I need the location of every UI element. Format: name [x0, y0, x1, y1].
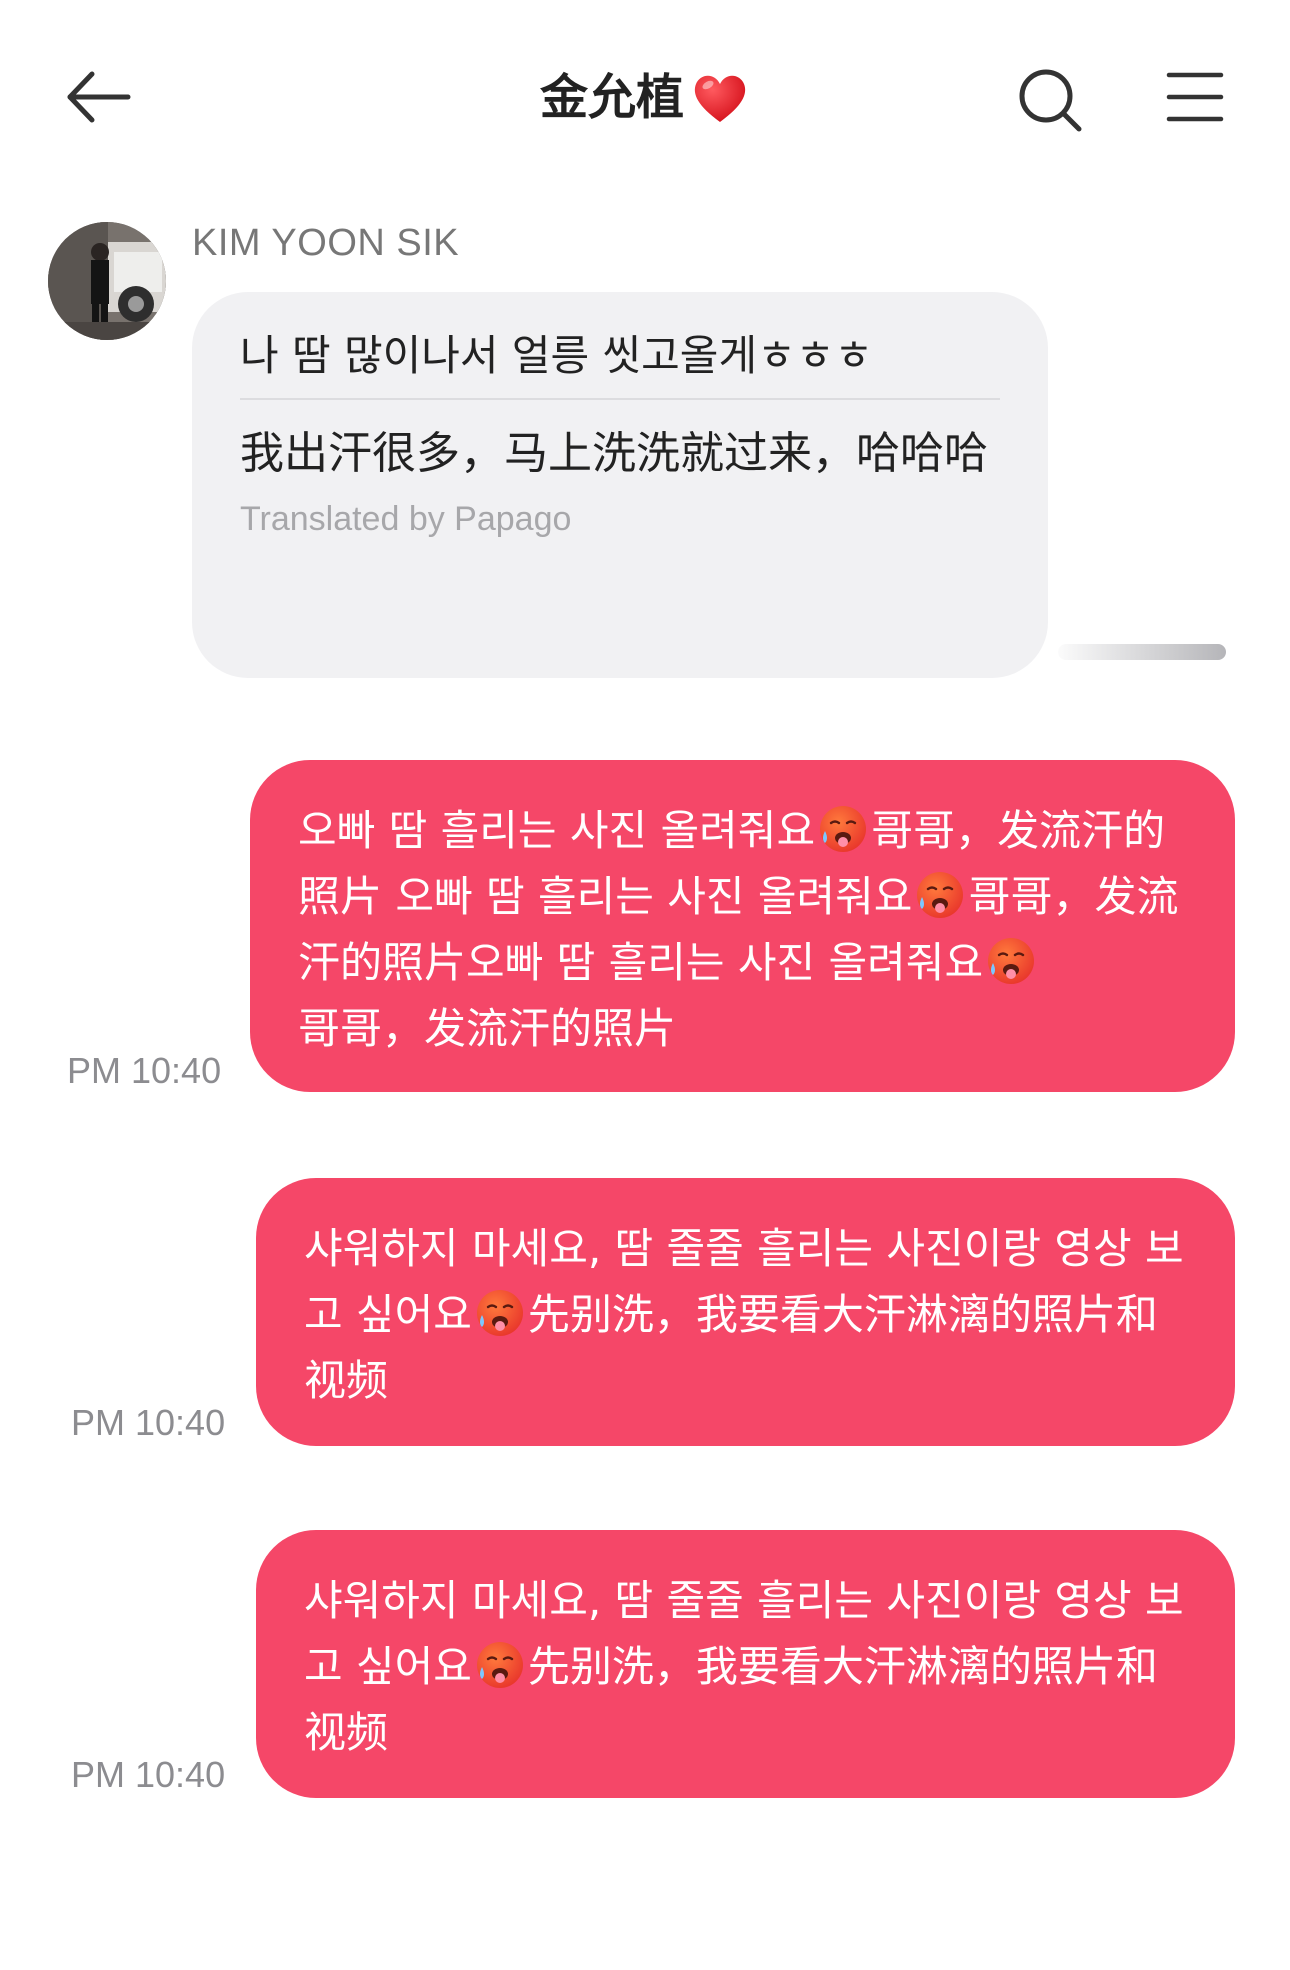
outgoing-message-bubble[interactable]: 오빠 땀 흘리는 사진 올려줘요 哥哥，发流汗的照片 오빠 땀 흘리는 사진 올려… — [250, 760, 1235, 1092]
translated-message-text: 我出汗很多，马上洗洗就过来，哈哈哈 — [240, 428, 988, 479]
message-timestamp: PM 10:40 — [71, 1402, 226, 1443]
search-icon — [1019, 69, 1082, 132]
chat-header: 金允植 — [0, 0, 1290, 190]
hot-face-sweat-emoji — [474, 1639, 526, 1691]
outgoing-message-bubble[interactable]: 샤워하지 마세요, 땀 줄줄 흘리는 사진이랑 영상 보고 싶어요 先别洗，我要看… — [256, 1530, 1235, 1798]
hamburger-menu-icon — [1166, 72, 1224, 122]
message-text-segment: 哥哥，发流汗的照片 — [298, 1004, 677, 1053]
hot-face-sweat-emoji — [914, 869, 966, 921]
translation-credit: Translated by Papago — [240, 500, 572, 538]
message-timestamp: PM 10:40 — [67, 1050, 222, 1091]
message-timestamp: PM 10:40 — [71, 1754, 226, 1795]
menu-button[interactable] — [1165, 70, 1225, 124]
incoming-message-bubble[interactable]: 나 땀 많이나서 얼릉 씻고올게ㅎㅎㅎ 我出汗很多，马上洗洗就过来，哈哈哈 Tr… — [192, 292, 1048, 678]
profile-photo — [48, 222, 166, 340]
hot-face-sweat-emoji — [474, 1287, 526, 1339]
message-text-segment: 오빠 땀 흘리는 사진 올려줘요 — [298, 806, 816, 855]
chat-title-area: 金允植 — [0, 62, 1290, 132]
translation-divider — [240, 398, 1000, 400]
hot-face-sweat-emoji — [985, 935, 1037, 987]
avatar[interactable] — [48, 222, 166, 340]
original-message-text: 나 땀 많이나서 얼릉 씻고올게ㅎㅎㅎ — [240, 331, 874, 380]
chat-title: 金允植 — [539, 69, 684, 126]
red-heart-icon — [694, 75, 746, 122]
outgoing-message-bubble[interactable]: 샤워하지 마세요, 땀 줄줄 흘리는 사진이랑 영상 보고 싶어요 先别洗，我要看… — [256, 1178, 1235, 1446]
search-button[interactable] — [1015, 65, 1085, 135]
hot-face-sweat-emoji — [817, 803, 869, 855]
sender-name: KIM YOON SIK — [192, 222, 460, 264]
horizontal-scroll-indicator — [1058, 644, 1226, 660]
